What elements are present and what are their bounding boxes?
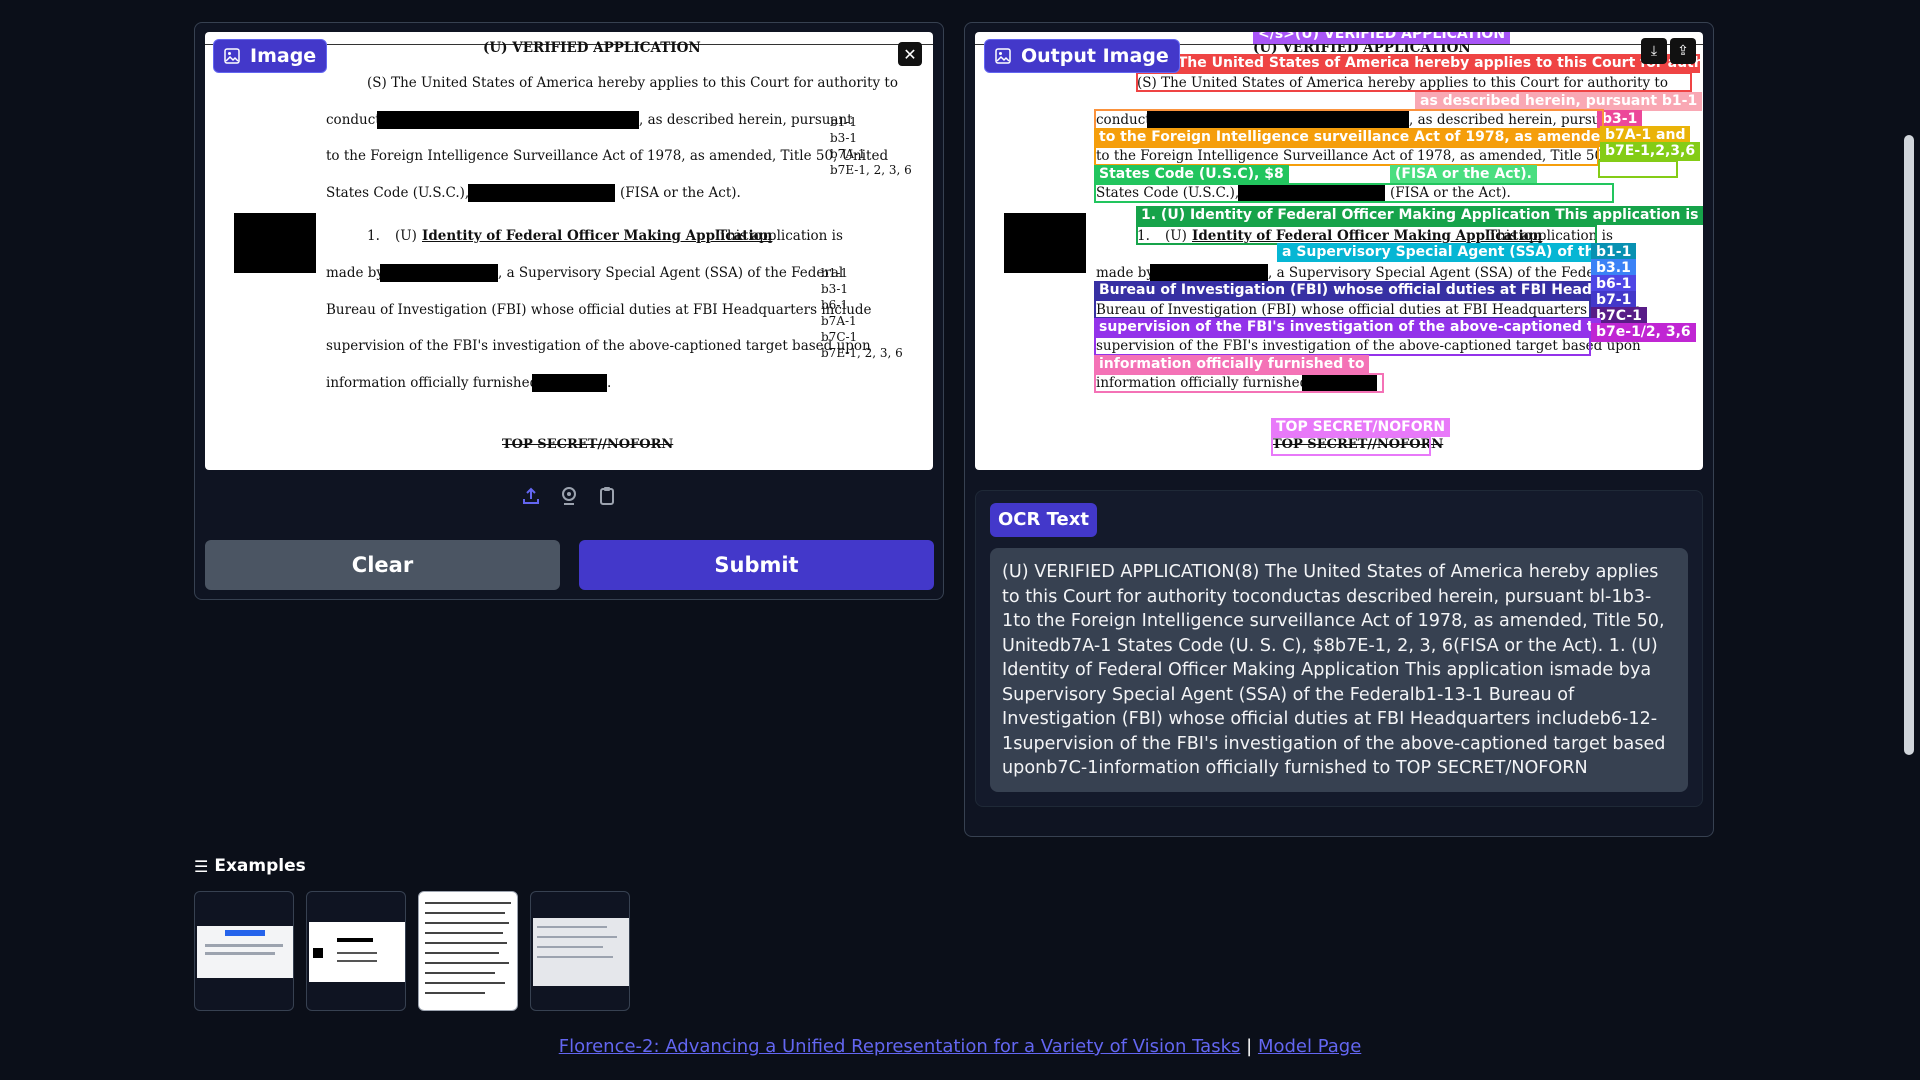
output-image: (U) VERIFIED APPLICATION (S) The United … [975, 32, 1703, 470]
ocr-box-bureau: Bureau of Investigation (FBI) whose offi… [1094, 281, 1601, 300]
page-footer: Florence-2: Advancing a Unified Represen… [0, 1036, 1920, 1057]
ocr-box-identity: 1. (U) Identity of Federal Officer Makin… [1136, 206, 1703, 225]
model-page-link[interactable]: Model Page [1258, 1036, 1361, 1057]
webcam-icon[interactable] [559, 486, 579, 506]
document-page: (U) VERIFIED APPLICATION (S) The United … [205, 32, 933, 470]
submit-button[interactable]: Submit [579, 540, 934, 590]
out-redaction-4 [1150, 264, 1268, 282]
download-icon[interactable]: ⤓ [1641, 38, 1667, 64]
ocr-outline-identity [1136, 225, 1597, 245]
out-doc-line-6b: , a Supervisory Special Agent (SSA) of t… [1268, 265, 1614, 281]
ocr-outline-supervision [1094, 336, 1591, 356]
doc-line-2b: , as described herein, pursuant [639, 112, 853, 128]
ocr-box-fisa-act: (FISA or the Act). [1390, 165, 1537, 184]
source-toolbar [205, 482, 933, 510]
redaction-3 [234, 213, 316, 273]
clear-button[interactable]: Clear [205, 540, 560, 590]
ocr-box-topsecret: TOP SECRET/NOFORN [1271, 418, 1451, 437]
input-image[interactable]: (U) VERIFIED APPLICATION (S) The United … [205, 32, 933, 470]
doc-item-number: 1. [367, 228, 380, 244]
doc-line-6b: , a Supervisory Special Agent (SSA) of t… [498, 265, 844, 281]
ocr-box-s-united: (S) The United States of America hereby … [1145, 54, 1700, 73]
example-thumbnail-1[interactable] [194, 891, 294, 1011]
doc-item-u: (U) [395, 228, 417, 244]
ocr-outline-fisa-line [1094, 146, 1599, 166]
ocr-box-fisa-line: to the Foreign Intelligence surveillance… [1094, 128, 1609, 147]
doc-line-9-period: . [607, 375, 612, 391]
doc-classification-footer: TOP SECRET//NOFORN [502, 437, 674, 452]
exemption-codes-1: b1-1 b3-1 b7A-1 b7E-1, 2, 3, 6 [830, 115, 912, 177]
ocr-box-verified: </s>(U) VERIFIED APPLICATION [1253, 32, 1511, 44]
ocr-outline-topsecret [1271, 436, 1431, 456]
footer-separator: | [1246, 1036, 1253, 1057]
ocr-outline-info [1094, 373, 1384, 393]
ocr-box-ssa: a Supervisory Special Agent (SSA) of the… [1277, 243, 1597, 262]
doc-line-6a: made by [326, 265, 385, 281]
page-scrollbar[interactable] [1904, 135, 1914, 755]
doc-item-rest: This application is [718, 228, 843, 244]
upload-icon[interactable] [521, 486, 541, 506]
share-icon[interactable]: ⇪ [1670, 38, 1696, 64]
exemption-codes-2: b1-1 b3-1 b6-1 b7A-1 b7C-1 b7E-1, 2, 3, 6 [821, 266, 903, 360]
ocr-outline-s-united [1136, 72, 1692, 92]
example-thumbnail-2[interactable] [306, 891, 406, 1011]
doc-heading: (U) VERIFIED APPLICATION [483, 40, 701, 56]
doc-line-1: (S) The United States of America hereby … [367, 75, 898, 91]
doc-line-7: Bureau of Investigation (FBI) whose offi… [326, 302, 872, 318]
doc-line-2a: conduct [326, 112, 381, 128]
doc-line-8: supervision of the FBI's investigation o… [326, 338, 871, 354]
example-thumbnail-3[interactable] [418, 891, 518, 1011]
ocr-box-b7e2: b7e-1/2, 3,6 [1591, 323, 1696, 342]
image-icon [995, 48, 1011, 64]
paper-link[interactable]: Florence-2: Advancing a Unified Represen… [559, 1036, 1241, 1057]
doc-line-9: information officially furnished to [326, 375, 557, 391]
out-doc-line-6a: made by [1096, 265, 1155, 281]
redaction-1 [377, 111, 639, 129]
ocr-box-states-code: States Code (U.S.C), $8 [1094, 165, 1289, 184]
ocr-box-supervision: supervision of the FBI's investigation o… [1094, 318, 1601, 337]
ocr-output-textarea[interactable]: (U) VERIFIED APPLICATION(8) The United S… [990, 548, 1688, 792]
image-label-badge: Image [213, 39, 328, 73]
out-redaction-3 [1004, 213, 1086, 273]
ocr-outline-b7e [1598, 160, 1678, 178]
ocr-outline-bureau [1094, 299, 1591, 319]
output-document: (U) VERIFIED APPLICATION (S) The United … [975, 32, 1703, 470]
examples-title: Examples [214, 856, 306, 876]
output-image-label-badge: Output Image [984, 39, 1180, 73]
redaction-4 [380, 264, 498, 282]
example-thumbnail-4[interactable] [530, 891, 630, 1011]
ocr-text-label: OCR Text [990, 503, 1097, 537]
ocr-box-info: information officially furnished to [1094, 355, 1370, 374]
doc-line-3: to the Foreign Intelligence Surveillance… [326, 148, 889, 164]
output-image-label-text: Output Image [1021, 45, 1169, 67]
image-icon [224, 48, 240, 64]
doc-line-4a: States Code (U.S.C.), §§ [326, 185, 487, 201]
ocr-box-b7e: b7E-1,2,3,6 [1600, 142, 1701, 161]
clipboard-icon[interactable] [597, 486, 617, 506]
image-label-text: Image [250, 45, 317, 67]
examples-header: ☰ Examples [194, 856, 306, 876]
ocr-outline-states-code [1094, 183, 1614, 203]
list-icon: ☰ [194, 856, 209, 876]
redaction-5 [532, 374, 607, 392]
close-icon[interactable]: ✕ [898, 42, 922, 66]
redaction-2 [468, 184, 615, 202]
doc-line-4b: (FISA or the Act). [620, 185, 741, 201]
